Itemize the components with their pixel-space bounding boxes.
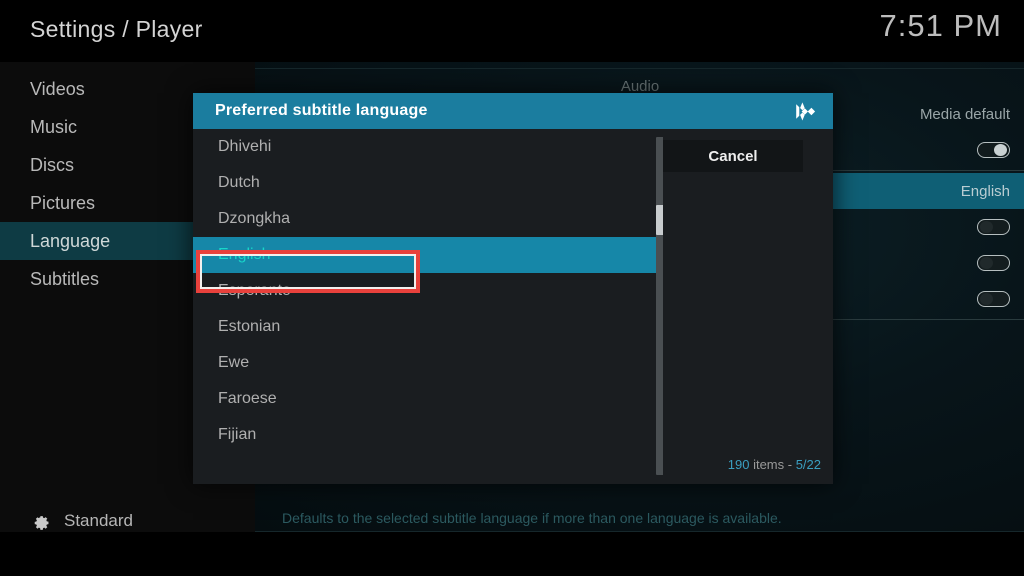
item-count-separator: items -	[749, 457, 796, 472]
language-list: Dhivehi Dutch Dzongkha English Esperanto…	[193, 129, 663, 484]
list-item[interactable]: Dzongkha	[193, 201, 663, 237]
setting-row-toggle-1[interactable]	[830, 132, 1024, 168]
list-item[interactable]: Ewe	[193, 345, 663, 381]
list-item[interactable]: Faroese	[193, 381, 663, 417]
item-count-status: 190 items - 5/22	[728, 457, 821, 472]
list-scrollbar[interactable]	[656, 137, 663, 475]
kodi-settings-screen: Settings / Player 7:51 PM Videos Music D…	[0, 0, 1024, 576]
list-item[interactable]: Fijian	[193, 417, 663, 453]
profile-label: Standard	[64, 510, 133, 530]
setting-row-toggle-3[interactable]	[830, 245, 1024, 281]
page-title: Settings / Player	[30, 16, 203, 42]
help-text: Defaults to the selected subtitle langua…	[282, 510, 782, 526]
toggle-switch-on[interactable]	[977, 142, 1010, 158]
setting-row-toggle-2[interactable]	[830, 209, 1024, 245]
toggle-switch-off-2[interactable]	[977, 255, 1010, 271]
list-item[interactable]: Estonian	[193, 309, 663, 345]
toggle-switch-off-3[interactable]	[977, 291, 1010, 307]
dialog-titlebar: Preferred subtitle language	[193, 93, 833, 129]
setting-row-preferred-subtitle-language[interactable]: English	[830, 173, 1024, 209]
list-item[interactable]: Esperanto	[193, 273, 663, 309]
cancel-button[interactable]: Cancel	[663, 140, 803, 172]
dialog-side-pane: Cancel 190 items - 5/22	[663, 129, 833, 484]
scrollbar-thumb[interactable]	[656, 205, 663, 235]
gear-icon	[30, 510, 51, 531]
toggle-switch-off-1[interactable]	[977, 219, 1010, 235]
footer-divider	[255, 531, 1024, 532]
setting-row-media-default[interactable]: Media default	[830, 96, 1024, 132]
settings-divider-1	[830, 170, 1024, 171]
preferred-subtitle-language-dialog: Preferred subtitle language Dhivehi Dutc…	[193, 93, 833, 484]
item-count-position: 5/22	[795, 457, 821, 472]
dialog-title: Preferred subtitle language	[215, 102, 428, 119]
list-item[interactable]: Dutch	[193, 165, 663, 201]
bottom-bar-background	[0, 532, 1024, 576]
dialog-body: Dhivehi Dutch Dzongkha English Esperanto…	[193, 129, 833, 484]
setting-row-toggle-4[interactable]	[830, 281, 1024, 317]
header-divider	[255, 68, 1024, 69]
setting-label-media-default: Media default	[919, 105, 1010, 123]
clock: 7:51 PM	[879, 8, 1002, 43]
list-item-selected-english[interactable]: English	[193, 237, 662, 273]
settings-divider-2	[830, 319, 1024, 320]
profile-selector[interactable]: Standard	[30, 510, 133, 531]
list-item[interactable]: Dhivehi	[193, 129, 663, 165]
settings-list: Media default English	[830, 96, 1024, 322]
item-count-total: 190	[727, 457, 750, 472]
setting-value-language: English	[960, 182, 1010, 200]
